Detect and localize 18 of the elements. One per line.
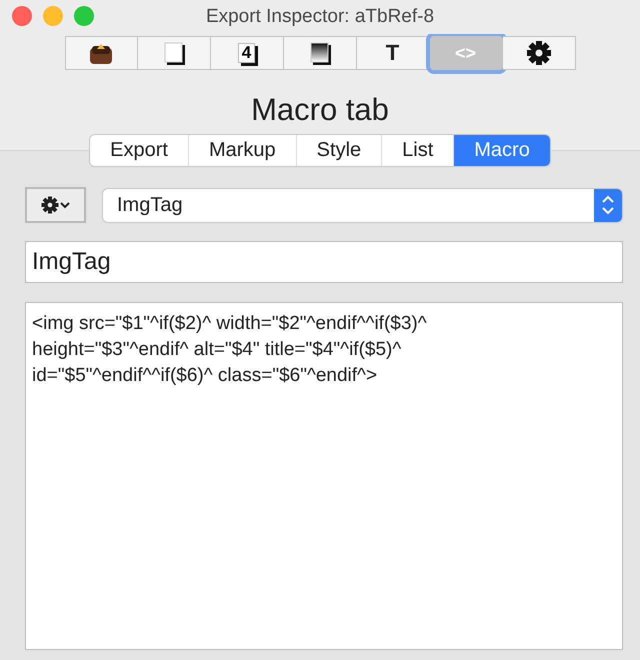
macro-popup[interactable]: ImgTag [102,188,623,222]
code-text-area[interactable]: <img src="$1"^if($2)^ width="$2"^endif^^if($3)^ height="$3"^endif^ alt="$4" title="$4"^if($5)^ id="$5"^endif^^if($6)^ class="$6"^endif^> [25,302,623,650]
toolbar-button[interactable] [138,36,210,70]
name-field[interactable]: ImgTag [25,241,623,283]
tab[interactable]: Export [90,135,189,166]
close-button[interactable] [12,6,32,26]
gear-caret-icon [40,196,70,214]
toolbar-button[interactable] [502,36,576,70]
window-title: Export Inspector: aTbRef-8 [206,6,434,28]
toolbar-button[interactable]: 4 [210,36,284,70]
action-menu-button[interactable] [25,187,86,223]
toolbar-button[interactable]: T [356,36,430,70]
toolbar-button[interactable] [284,36,356,70]
stepper-icon [601,194,615,216]
settings-icon [526,40,552,66]
toolbar-button[interactable] [64,36,138,70]
number-page: 4 [238,43,256,63]
tab[interactable]: Macro [454,135,550,166]
